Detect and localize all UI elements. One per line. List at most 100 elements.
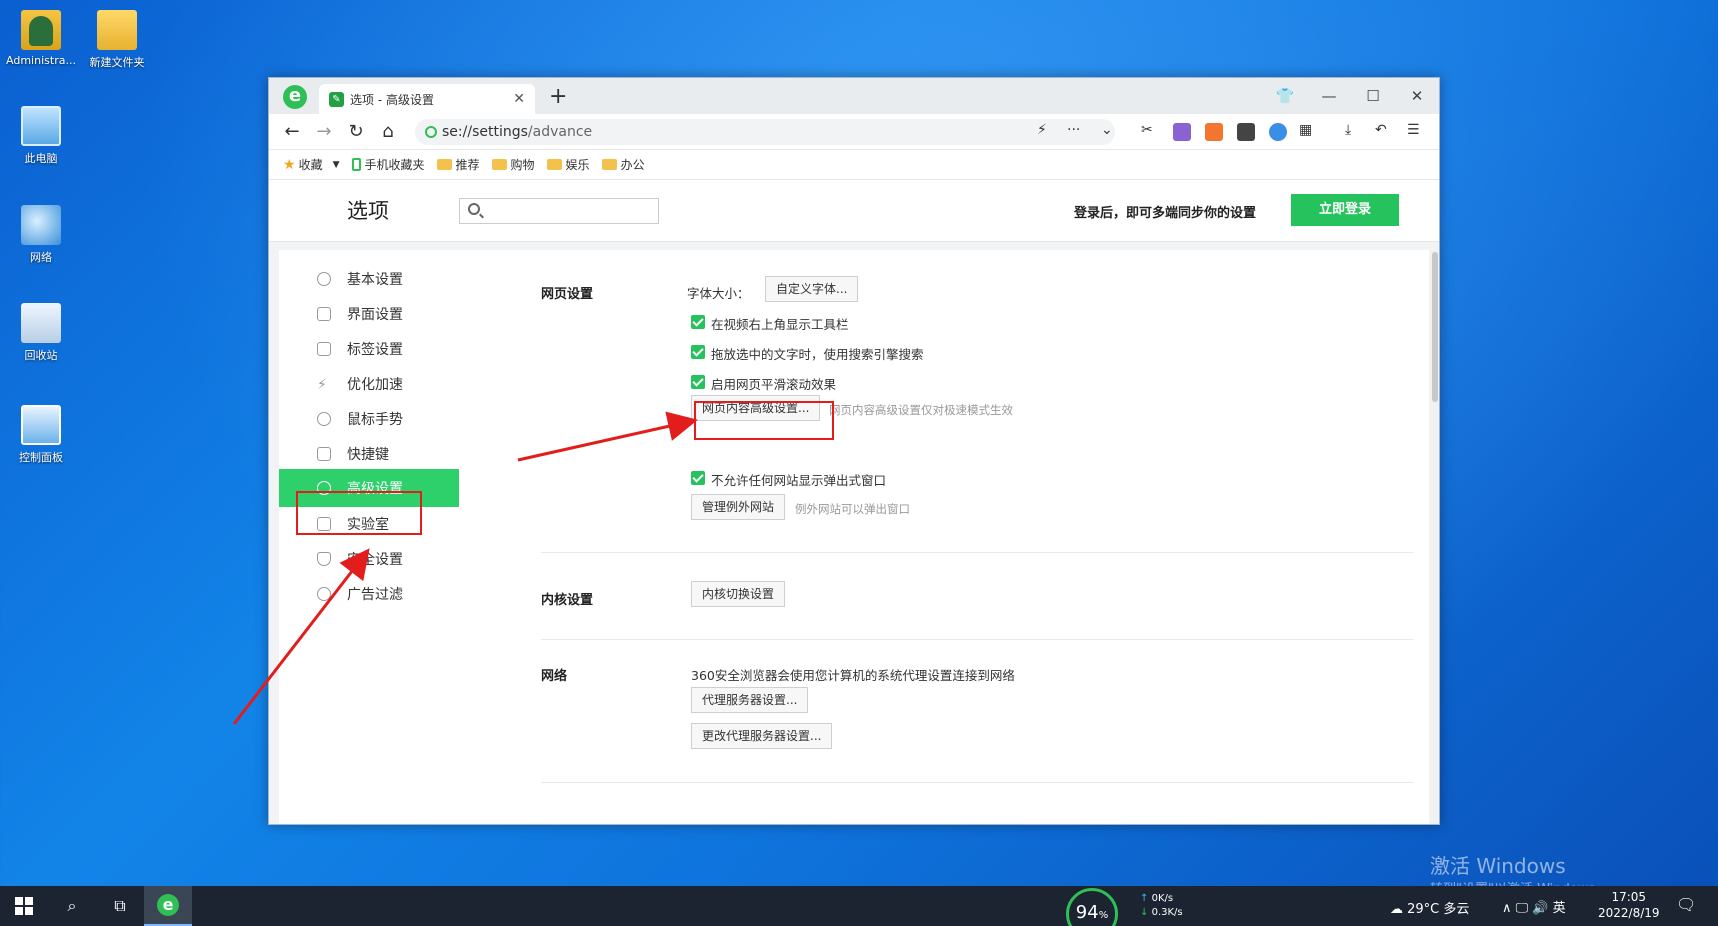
ad-block-icon[interactable]: [1269, 123, 1287, 141]
minimize-icon[interactable]: —: [1307, 78, 1351, 114]
keyboard-icon: [317, 447, 331, 461]
translate-icon[interactable]: [1173, 123, 1191, 141]
section-title-kernel: 内核设置: [541, 593, 594, 608]
video-toolbar-label: 在视频右上角显示工具栏: [711, 317, 849, 332]
popup-block-checkbox[interactable]: [691, 471, 705, 485]
reader-icon[interactable]: [1237, 123, 1255, 141]
maximize-icon[interactable]: ☐: [1351, 78, 1395, 114]
cpu-meter[interactable]: 94%: [1066, 888, 1118, 926]
sidebar-item-interface[interactable]: 界面设置: [279, 295, 459, 333]
desktop-icon-recycle-bin[interactable]: 回收站: [0, 303, 82, 363]
undo-icon[interactable]: ↶: [1375, 122, 1387, 138]
game-icon[interactable]: [1205, 123, 1223, 141]
new-tab-button[interactable]: +: [549, 84, 567, 109]
sidebar-item-security[interactable]: 安全设置: [279, 540, 459, 578]
section-title-network: 网络: [541, 669, 568, 684]
desktop-icon-administrator[interactable]: Administra...: [0, 10, 82, 67]
desktop-icon-label: 控制面板: [19, 451, 63, 464]
home-icon[interactable]: ⌂: [377, 121, 399, 143]
bookmark-folder-shopping[interactable]: 购物: [491, 156, 535, 173]
cloud-icon: ☁: [1390, 902, 1403, 917]
windows-logo-icon: [15, 897, 33, 915]
login-button[interactable]: 立即登录: [1291, 194, 1399, 226]
smooth-scroll-checkbox[interactable]: [691, 375, 705, 389]
sidebar-item-speedup[interactable]: ⚡ 优化加速: [279, 365, 459, 403]
scissors-icon[interactable]: ✂: [1141, 122, 1153, 138]
notification-icon[interactable]: 🗨: [1676, 895, 1696, 914]
sidebar-item-basic[interactable]: 基本设置: [279, 260, 459, 298]
sidebar-item-tabs[interactable]: 标签设置: [279, 330, 459, 368]
chevron-up-icon[interactable]: ∧: [1502, 901, 1512, 916]
title-bar: e ✎ 选项 - 高级设置 ✕ + 👕 — ☐ ✕: [269, 78, 1439, 114]
dropdown-chevron-icon[interactable]: ⌄: [1101, 122, 1113, 138]
bookmark-folder-recommend[interactable]: 推荐: [436, 156, 480, 173]
clock[interactable]: 17:05 2022/8/19: [1598, 889, 1660, 921]
tab-close-icon[interactable]: ✕: [513, 91, 525, 107]
task-view-icon[interactable]: ⧉: [96, 886, 144, 926]
address-bar[interactable]: se://settings/advance: [415, 119, 1115, 145]
network-icon[interactable]: 🖵: [1516, 901, 1529, 916]
bookmark-label: 购物: [510, 158, 535, 172]
tab-icon: [317, 342, 331, 356]
refresh-icon[interactable]: ↻: [345, 121, 367, 143]
bookmark-mobile[interactable]: 手机收藏夹: [351, 156, 425, 173]
folder-icon: [546, 159, 562, 170]
network-description: 360安全浏览器会使用您计算机的系统代理设置连接到网络: [691, 668, 1015, 683]
scrollbar-thumb[interactable]: [1432, 252, 1438, 402]
manage-exceptions-button[interactable]: 管理例外网站: [691, 494, 786, 520]
clock-time: 17:05: [1611, 890, 1647, 904]
sidebar-item-advanced[interactable]: 高级设置: [279, 469, 459, 507]
taskbar-browser-button[interactable]: e: [144, 886, 192, 926]
forward-icon[interactable]: →: [313, 121, 335, 143]
bookmark-folder-entertainment[interactable]: 娱乐: [546, 156, 590, 173]
bookmark-folder-office[interactable]: 办公: [601, 156, 645, 173]
kernel-switch-button[interactable]: 内核切换设置: [691, 581, 786, 607]
bookmark-label: 娱乐: [565, 158, 590, 172]
browser-logo-icon[interactable]: e: [283, 85, 307, 109]
sidebar-item-lab[interactable]: 实验室: [279, 505, 459, 543]
search-icon[interactable]: ⌕: [48, 886, 96, 926]
wrench-icon: [317, 481, 331, 495]
desktop-icon-this-pc[interactable]: 此电脑: [0, 106, 82, 166]
search-input[interactable]: [459, 198, 659, 224]
weather-widget[interactable]: ☁ 29°C 多云: [1390, 898, 1469, 917]
desktop-icon-new-folder[interactable]: 新建文件夹: [76, 10, 158, 70]
custom-font-button[interactable]: 自定义字体...: [765, 276, 859, 302]
network-globe-icon: [21, 205, 61, 245]
desktop-icon-label: 回收站: [24, 349, 58, 362]
section-divider: [541, 639, 1413, 640]
taskbar: ⌕ ⧉ e 94% ↑ 0K/s ↓ 0.3K/s ☁ 29°C 多云 ∧ 🖵 …: [0, 886, 1718, 926]
menu-icon[interactable]: ☰: [1407, 122, 1420, 138]
drag-search-checkbox[interactable]: [691, 345, 705, 359]
recycle-bin-icon: [21, 303, 61, 343]
sidebar-item-label: 界面设置: [347, 307, 403, 323]
skin-icon[interactable]: 👕: [1263, 78, 1307, 114]
sidebar-item-shortcuts[interactable]: 快捷键: [279, 435, 459, 473]
proxy-settings-button[interactable]: 代理服务器设置...: [691, 687, 809, 713]
start-button[interactable]: [0, 886, 48, 926]
volume-icon[interactable]: 🔊: [1532, 901, 1548, 916]
ime-indicator[interactable]: 英: [1553, 901, 1566, 916]
tab-settings[interactable]: ✎ 选项 - 高级设置 ✕: [319, 84, 535, 114]
page-scrollbar[interactable]: [1431, 250, 1439, 824]
more-icon[interactable]: ···: [1067, 122, 1080, 138]
bookmark-favorites[interactable]: ★ 收藏 ▼: [283, 156, 340, 173]
change-proxy-button[interactable]: 更改代理服务器设置...: [691, 723, 833, 749]
sidebar-item-adblock[interactable]: 广告过滤: [279, 575, 459, 613]
shield-icon: [317, 552, 331, 566]
video-toolbar-checkbox[interactable]: [691, 315, 705, 329]
dropdown-icon[interactable]: ▼: [333, 160, 340, 170]
back-icon[interactable]: ←: [281, 121, 303, 143]
advanced-content-settings-button[interactable]: 网页内容高级设置...: [691, 395, 821, 421]
desktop-icon-control-panel[interactable]: 控制面板: [0, 405, 82, 465]
close-icon[interactable]: ✕: [1395, 78, 1439, 114]
lightning-icon[interactable]: ⚡: [1037, 122, 1047, 138]
desktop-icon-network[interactable]: 网络: [0, 205, 82, 265]
apps-grid-icon[interactable]: ▦: [1299, 122, 1312, 138]
tray-icons[interactable]: ∧ 🖵 🔊 英: [1502, 897, 1566, 916]
sidebar-item-mouse-gesture[interactable]: 鼠标手势: [279, 400, 459, 438]
sidebar-item-label: 快捷键: [347, 447, 389, 463]
download-icon[interactable]: ⤓: [1345, 122, 1351, 138]
bookmark-label: 收藏: [298, 158, 323, 172]
flask-icon: [317, 517, 331, 531]
